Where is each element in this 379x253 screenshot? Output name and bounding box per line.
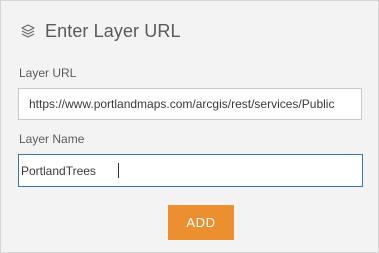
layer-name-label: Layer Name [19, 132, 85, 146]
layer-name-input[interactable] [18, 154, 363, 187]
layer-url-input[interactable] [18, 88, 362, 120]
add-button[interactable]: ADD [168, 205, 234, 240]
panel-header: Enter Layer URL [19, 20, 181, 42]
text-caret [118, 163, 119, 178]
layer-url-label: Layer URL [19, 66, 77, 80]
enter-layer-url-panel: Enter Layer URL Layer URL Layer Name ADD [0, 0, 379, 253]
panel-title: Enter Layer URL [45, 20, 181, 41]
layers-icon [19, 22, 37, 40]
